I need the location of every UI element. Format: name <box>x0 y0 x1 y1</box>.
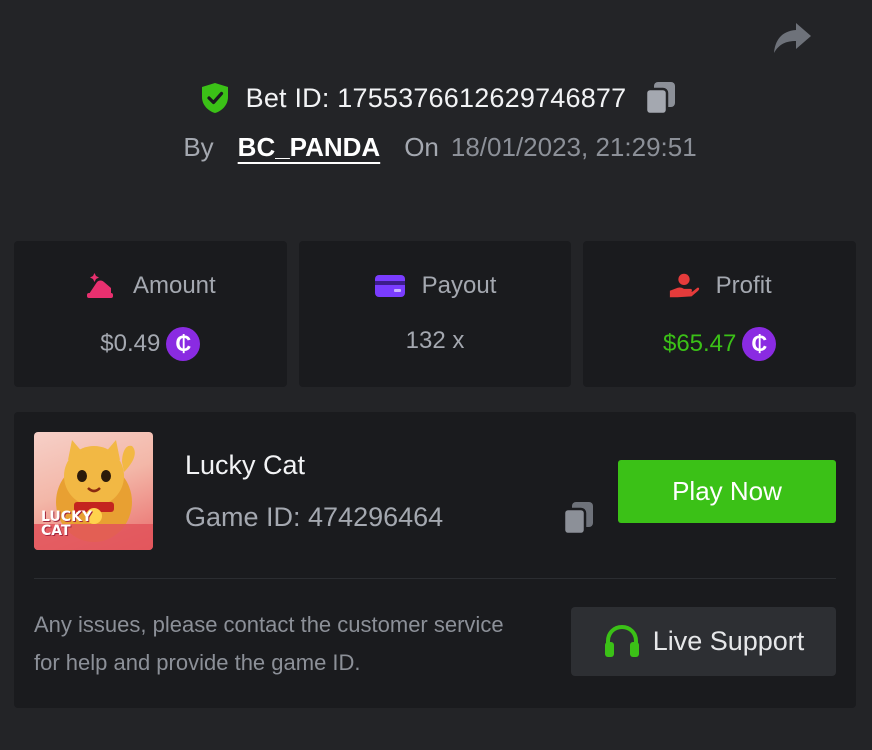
payout-value: 132 x <box>405 327 465 354</box>
bet-stats: Amount $0.49 ₵ Payout 132 x Profit $65.4… <box>14 241 857 387</box>
thumbnail-logo-text: LUCKY CAT <box>41 509 93 539</box>
amount-card: Amount $0.49 ₵ <box>14 241 287 387</box>
coin-icon: ₵ <box>166 327 201 361</box>
author-row: By BC_PANDA On 18/01/2023, 21:29:51 <box>0 132 872 163</box>
game-id: Game ID: 474296464 <box>185 502 444 532</box>
bet-datetime: 18/01/2023, 21:29:51 <box>450 132 697 162</box>
headset-icon <box>604 624 639 657</box>
divider <box>34 578 836 579</box>
on-label: On <box>404 132 439 162</box>
copy-bet-id-button[interactable] <box>644 80 678 116</box>
game-card: LUCKY CAT Lucky Cat Game ID: 474296464 P… <box>14 412 856 708</box>
support-message: Any issues, please contact the customer … <box>34 612 504 675</box>
copy-icon <box>645 82 676 116</box>
profit-value: $65.47 <box>662 330 737 357</box>
profit-label: Profit <box>715 272 772 299</box>
by-label: By <box>183 132 214 162</box>
live-support-button[interactable]: Live Support <box>571 607 836 676</box>
copy-game-id-button[interactable] <box>562 500 596 536</box>
live-support-label: Live Support <box>652 626 805 656</box>
game-title: Lucky Cat <box>185 450 306 480</box>
play-now-button[interactable]: Play Now <box>618 460 836 523</box>
bet-id-row: Bet ID: 1755376612629746877 <box>0 80 872 116</box>
profit-hand-icon <box>668 271 700 301</box>
username-link[interactable]: BC_PANDA <box>238 132 381 163</box>
coin-icon: ₵ <box>742 327 777 361</box>
game-thumbnail[interactable]: LUCKY CAT <box>34 432 153 550</box>
amount-label: Amount <box>132 272 216 299</box>
share-button[interactable] <box>770 18 814 58</box>
payout-card: Payout 132 x <box>298 241 572 387</box>
shield-check-icon <box>201 83 228 113</box>
bet-amount-icon <box>85 271 117 301</box>
share-arrow-icon <box>774 23 811 53</box>
bet-details-panel: Bet ID: 1755376612629746877 By BC_PANDA … <box>0 0 872 750</box>
bet-id-text: Bet ID: 1755376612629746877 <box>245 82 627 113</box>
profit-card: Profit $65.47 ₵ <box>583 241 857 387</box>
payout-label: Payout <box>421 272 497 299</box>
card-icon <box>374 271 406 301</box>
amount-value: $0.49 <box>100 330 161 357</box>
copy-icon <box>562 502 593 536</box>
